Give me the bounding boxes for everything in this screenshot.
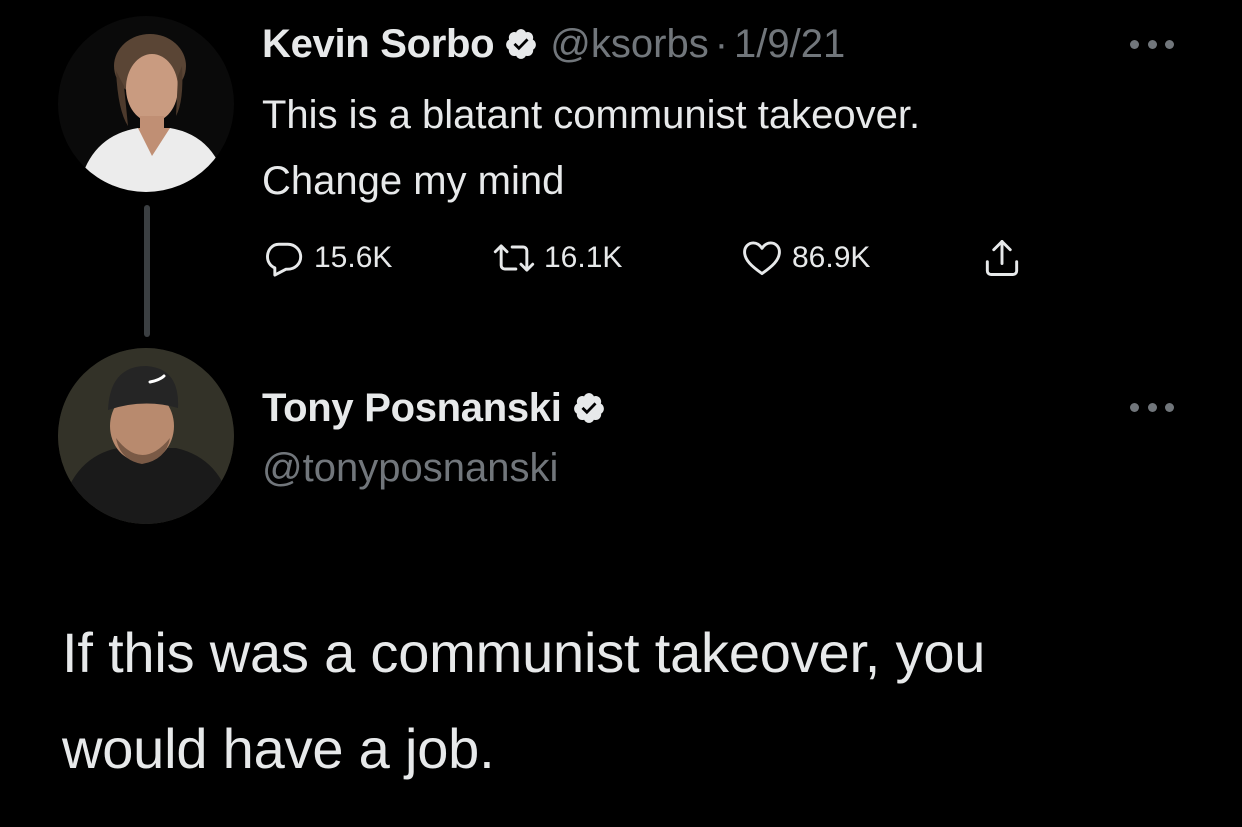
tweet-text-line: Change my mind xyxy=(262,159,565,203)
reply-text: If this was a communist takeover, you wo… xyxy=(62,605,1212,797)
author-name[interactable]: Kevin Sorbo xyxy=(262,22,495,67)
like-button[interactable]: 86.9K xyxy=(740,235,870,281)
tweet-header: Kevin Sorbo @ksorbs · 1/9/21 xyxy=(262,18,845,70)
reply-icon xyxy=(266,242,303,277)
more-options-icon[interactable] xyxy=(1130,37,1174,51)
tweet-text: This is a blatant communist takeover. Ch… xyxy=(262,82,1162,214)
like-count: 86.9K xyxy=(792,241,871,274)
reply-author-name[interactable]: Tony Posnanski xyxy=(262,386,562,431)
author-handle[interactable]: @ksorbs xyxy=(550,22,708,67)
reply-author-handle[interactable]: @tonyposnanski xyxy=(262,446,558,491)
reply-text-line: If this was a communist takeover, you xyxy=(62,621,986,684)
separator-dot: · xyxy=(714,21,729,66)
verified-badge-icon xyxy=(504,27,538,61)
tweet-date[interactable]: 1/9/21 xyxy=(734,22,845,67)
thread-line xyxy=(144,205,150,337)
retweet-count: 16.1K xyxy=(544,241,623,274)
avatar-tony-posnanski[interactable] xyxy=(58,348,234,524)
verified-badge-icon xyxy=(572,391,606,425)
more-options-icon[interactable] xyxy=(1130,400,1174,414)
retweet-icon xyxy=(493,244,535,272)
retweet-button[interactable]: 16.1K xyxy=(492,235,622,281)
avatar-image xyxy=(58,16,234,192)
reply-header: Tony Posnanski xyxy=(262,380,618,436)
avatar-image xyxy=(58,348,234,524)
heart-icon xyxy=(743,241,781,276)
share-icon xyxy=(985,240,1019,276)
avatar-kevin-sorbo[interactable] xyxy=(58,16,234,192)
reply-count: 15.6K xyxy=(314,241,393,274)
share-button[interactable] xyxy=(980,235,1024,281)
reply-text-line: would have a job. xyxy=(62,717,495,780)
tweet-text-line: This is a blatant communist takeover. xyxy=(262,93,921,137)
reply-button[interactable]: 15.6K xyxy=(262,235,392,281)
